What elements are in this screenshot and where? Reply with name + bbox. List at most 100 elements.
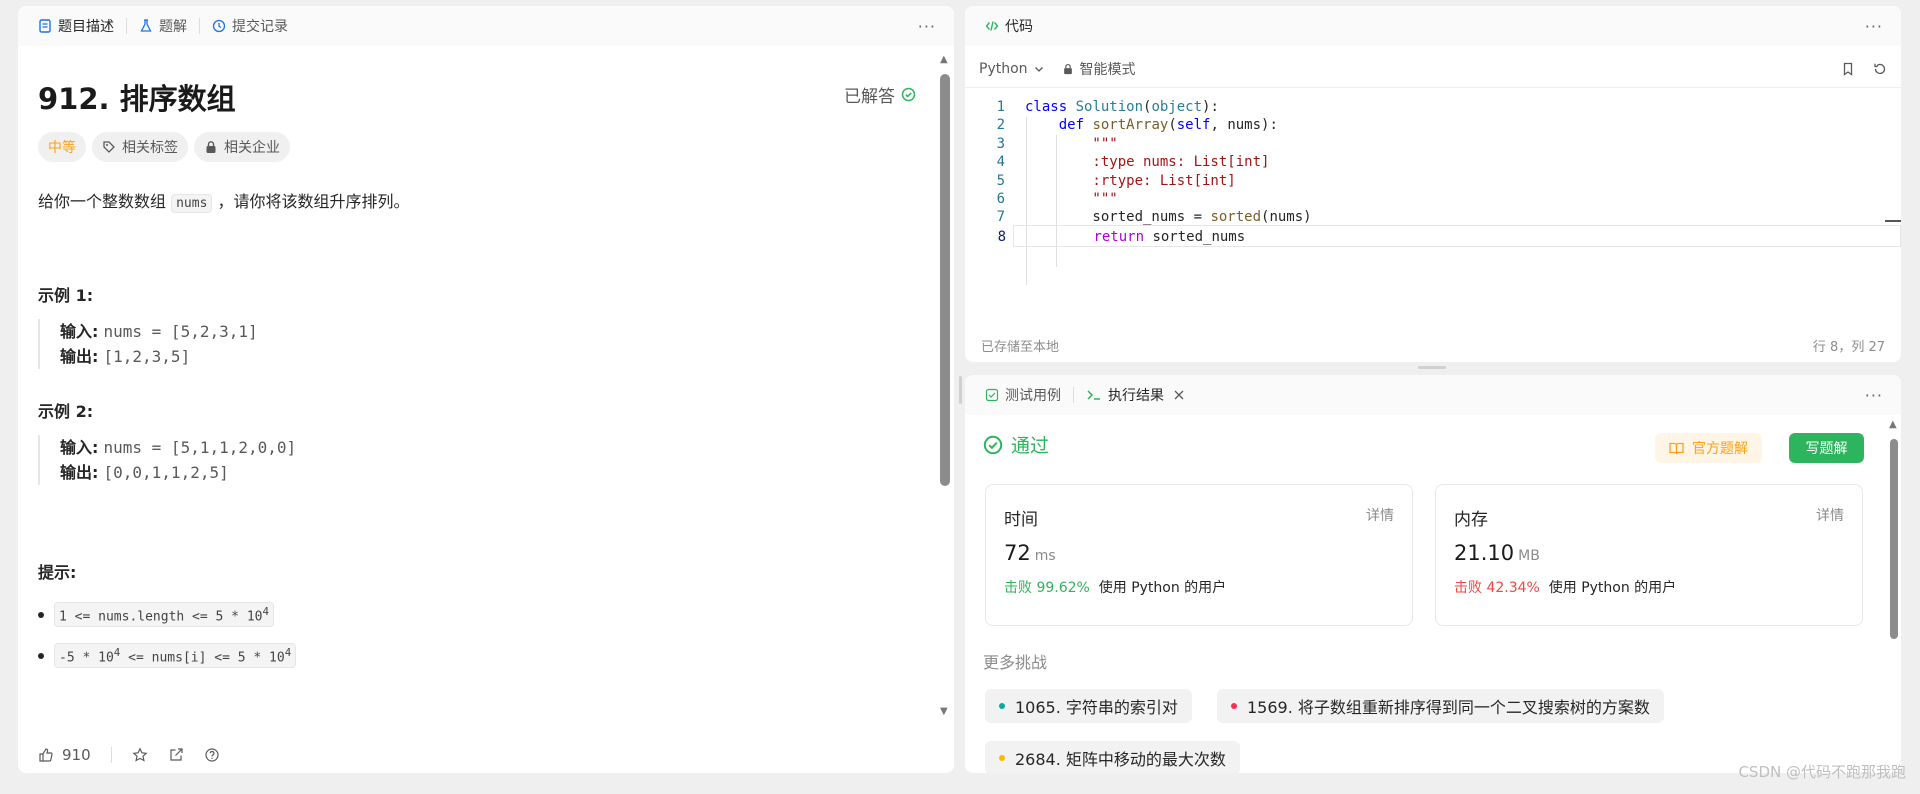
tab-code[interactable]: 代码: [977, 6, 1041, 46]
scroll-up-icon[interactable]: ▲: [1889, 419, 1897, 430]
problem-footer: 910: [18, 737, 954, 773]
code-line[interactable]: 8 return sorted_nums: [998, 224, 1901, 247]
thumbs-up-icon: [38, 747, 54, 763]
divider: [110, 747, 112, 763]
tab-submissions[interactable]: 提交记录: [204, 6, 296, 46]
tab-result[interactable]: 执行结果: [1078, 375, 1192, 415]
description-text: ，请你将该数组升序排列。: [217, 192, 410, 211]
related-tags-button[interactable]: 相关标签: [92, 132, 188, 162]
write-solution-button[interactable]: 写题解: [1789, 433, 1864, 463]
related-companies-button[interactable]: 相关企业: [194, 132, 290, 162]
scroll-up-icon[interactable]: ▲: [940, 54, 948, 65]
challenge-chip[interactable]: 1569. 将子数组重新排序得到同一个二叉搜索树的方案数: [1217, 689, 1664, 723]
inline-code: nums: [171, 194, 213, 213]
line-text: return sorted_nums: [1093, 228, 1246, 245]
memory-beat: 击败 42.34% 使用 Python 的用户: [1454, 580, 1677, 596]
smart-mode-label: 智能模式: [1079, 61, 1136, 78]
output-label: 输出:: [60, 347, 99, 366]
problem-title: 912. 排序数组: [38, 82, 236, 116]
share-icon[interactable]: [168, 747, 184, 763]
related-companies-label: 相关企业: [224, 140, 280, 156]
difficulty-dot: [999, 755, 1005, 761]
memory-card: 内存 详情 21.10 MB 击败 42.34% 使用 Python 的用户: [1435, 484, 1863, 626]
chevron-down-icon: [1034, 64, 1044, 74]
more-challenges-heading: 更多挑战: [983, 653, 1048, 672]
more-options-icon[interactable]: ···: [912, 17, 942, 36]
difficulty-dot: [1231, 703, 1237, 709]
official-solution-button[interactable]: 官方题解: [1655, 433, 1762, 463]
example-block: 输入: nums = [5,1,1,2,0,0] 输出: [0,0,1,1,2,…: [38, 435, 296, 485]
like-count: 910: [62, 746, 91, 764]
hints-heading: 提示:: [38, 563, 77, 582]
problem-description: 给你一个整数数组 nums ，请你将该数组升序排列。: [38, 188, 410, 213]
panel-resize-handle[interactable]: [1418, 366, 1446, 369]
memory-detail-link[interactable]: 详情: [1816, 505, 1844, 525]
challenge-label: 1569. 将子数组重新排序得到同一个二叉搜索树的方案数: [1247, 698, 1650, 717]
problem-tabbar: 题目描述 题解 提交记录 ···: [18, 6, 954, 46]
scrollbar-thumb[interactable]: [940, 74, 950, 486]
code-editor[interactable]: 1 class Solution(object): 2 def sortArray(…: [965, 96, 1901, 306]
star-icon[interactable]: [132, 747, 148, 763]
tab-divider: [126, 18, 127, 34]
editor-scroll-marker: [1885, 220, 1901, 222]
runtime-card: 时间 详情 72 ms 击败 99.62% 使用 Python 的用户: [985, 484, 1413, 626]
code-panel: 代码 ··· Python 智能模式 1 class Solution(objec…: [965, 6, 1901, 362]
tab-result-label: 执行结果: [1108, 388, 1164, 404]
editor-status-bar: 已存储至本地 行 8，列 27: [965, 336, 1901, 358]
challenge-chip[interactable]: 1065. 字符串的索引对: [985, 689, 1192, 723]
more-options-icon[interactable]: ···: [1859, 386, 1889, 405]
tab-solutions[interactable]: 题解: [131, 6, 195, 46]
tab-description[interactable]: 题目描述: [30, 6, 122, 46]
document-icon: [38, 19, 52, 33]
tab-divider: [199, 18, 200, 34]
help-icon[interactable]: [204, 747, 220, 763]
tab-testcase[interactable]: 测试用例: [977, 375, 1069, 415]
example-heading: 示例 2:: [38, 402, 94, 421]
language-label: Python: [979, 60, 1028, 77]
tab-description-label: 题目描述: [58, 19, 114, 35]
history-icon: [212, 19, 226, 33]
result-status: 通过: [983, 431, 1049, 458]
scroll-down-icon[interactable]: ▼: [940, 706, 948, 717]
watermark: CSDN @代码不跑那我跑: [1738, 763, 1906, 781]
close-icon[interactable]: [1174, 390, 1184, 400]
smart-mode-toggle[interactable]: 智能模式: [1062, 59, 1136, 79]
like-button[interactable]: 910: [38, 746, 91, 764]
line-number: 8: [997, 228, 1006, 245]
runtime-beat: 击败 99.62% 使用 Python 的用户: [1004, 580, 1227, 596]
hint-code: 1 <= nums.length <= 5 * 104: [54, 602, 275, 628]
language-select[interactable]: Python: [979, 61, 1044, 77]
more-options-icon[interactable]: ···: [1859, 17, 1889, 36]
save-status: 已存储至本地: [981, 340, 1060, 355]
bookmark-icon[interactable]: [1841, 62, 1855, 76]
flask-icon: [139, 19, 153, 33]
challenge-chip[interactable]: 2684. 矩阵中移动的最大次数: [985, 741, 1240, 773]
related-tags-label: 相关标签: [122, 140, 178, 156]
input-value: nums = [5,2,3,1]: [103, 322, 258, 341]
book-icon: [1669, 442, 1684, 455]
tab-solutions-label: 题解: [159, 19, 187, 35]
tab-divider: [1073, 387, 1074, 403]
input-value: nums = [5,1,1,2,0,0]: [103, 438, 297, 457]
lock-icon: [204, 140, 218, 154]
hint-item: 1 <= nums.length <= 5 * 104: [38, 602, 275, 628]
code-tabbar: 代码 ···: [965, 6, 1901, 46]
hint-code: -5 * 104 <= nums[i] <= 5 * 104: [54, 643, 297, 669]
tab-code-label: 代码: [1005, 19, 1033, 35]
panel-resize-handle[interactable]: [959, 376, 962, 404]
tag-icon: [102, 140, 116, 154]
terminal-icon: [1086, 388, 1102, 402]
output-label: 输出:: [60, 463, 99, 482]
challenge-label: 1065. 字符串的索引对: [1015, 698, 1178, 717]
official-solution-label: 官方题解: [1692, 441, 1748, 457]
problem-tags: 中等 相关标签 相关企业: [38, 132, 290, 162]
runtime-detail-link[interactable]: 详情: [1366, 505, 1394, 525]
tab-testcase-label: 测试用例: [1005, 388, 1061, 404]
problem-panel: 题目描述 题解 提交记录 ··· 912. 排序数组 已解答 中等 相关标签 相…: [18, 6, 954, 773]
memory-label: 内存: [1454, 510, 1488, 530]
reset-icon[interactable]: [1873, 62, 1887, 76]
lock-icon: [1062, 63, 1074, 75]
scrollbar-thumb[interactable]: [1890, 439, 1898, 639]
result-tabbar: 测试用例 执行结果 ···: [965, 375, 1901, 415]
result-panel: 测试用例 执行结果 ··· 通过 官方题解 写题解 时间 详情 72 ms 击败 …: [965, 375, 1901, 773]
